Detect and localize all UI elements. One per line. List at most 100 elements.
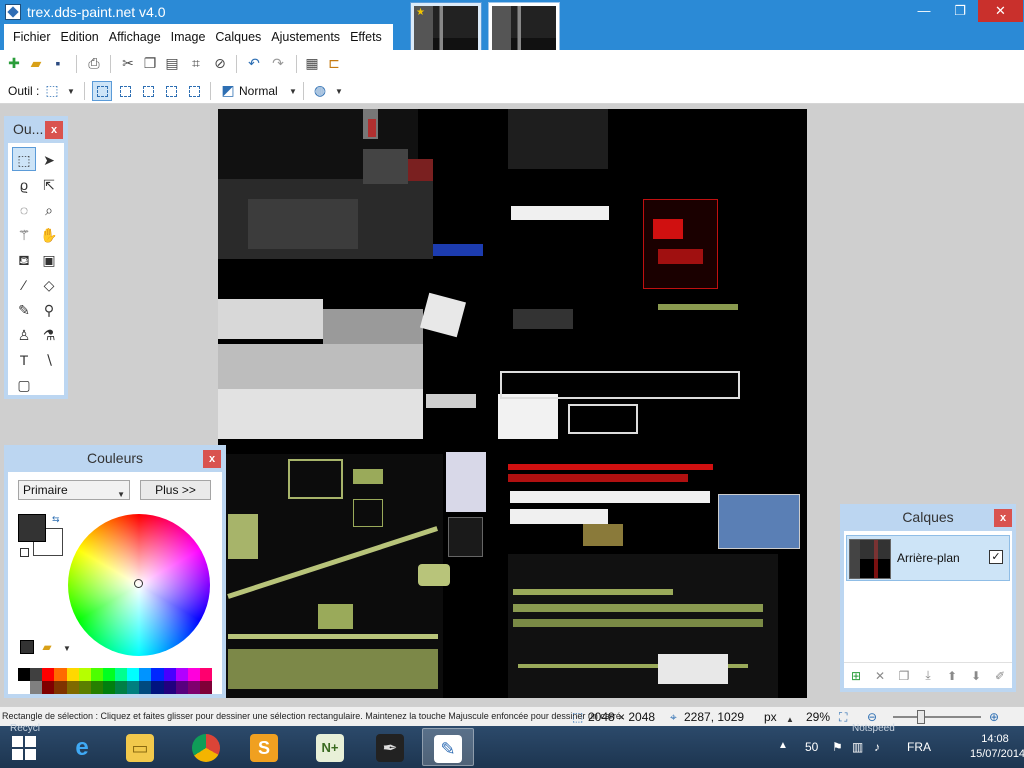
palette-swatch[interactable] <box>102 668 115 681</box>
palette-swatch[interactable] <box>199 668 212 681</box>
tray-clock[interactable]: 14:08 15/07/2014 <box>970 732 1024 762</box>
taskbar-notepad-plus[interactable]: N+ <box>304 728 356 766</box>
open-icon[interactable]: ▰ <box>28 55 44 71</box>
new-image-icon[interactable]: ✚ <box>6 55 22 71</box>
copy-icon[interactable]: ❐ <box>142 55 158 71</box>
unit-caret-icon[interactable]: ▲ <box>786 715 794 724</box>
merge-layer-down-icon[interactable]: ⤓ <box>920 668 936 683</box>
palette-swatch[interactable] <box>115 681 128 694</box>
palette-swatch[interactable] <box>30 668 43 681</box>
menu-effets[interactable]: Effets <box>345 24 387 50</box>
taskbar-internet-explorer[interactable]: e <box>56 728 108 766</box>
close-window-button[interactable]: ✕ <box>978 0 1023 22</box>
reset-colors-icon[interactable] <box>20 548 29 557</box>
palette-swatch[interactable] <box>18 668 31 681</box>
palette-swatch[interactable] <box>151 668 164 681</box>
cut-icon[interactable]: ✂ <box>120 55 136 71</box>
unit-select[interactable]: px <box>764 710 777 724</box>
pencil-icon[interactable]: ✎ <box>12 297 36 321</box>
tools-panel-close-button[interactable]: x <box>45 121 63 139</box>
rectangle-select-icon[interactable]: ⬚ <box>12 147 36 171</box>
tray-network-icon[interactable]: ▥ <box>852 740 863 754</box>
palette-swatch[interactable] <box>187 681 200 694</box>
paint-net-app-icon[interactable] <box>5 4 21 20</box>
swap-colors-icon[interactable]: ⇆ <box>52 514 60 525</box>
palette-swatch[interactable] <box>66 668 79 681</box>
ellipse-select-icon[interactable]: ◌ <box>12 197 36 221</box>
pan-icon[interactable]: ✋ <box>37 222 61 246</box>
blend-mode-select[interactable]: Normal <box>239 84 278 98</box>
colors-panel-close-button[interactable]: x <box>203 450 221 468</box>
print-icon[interactable]: ⎙ <box>86 55 102 71</box>
zoom-in-icon[interactable]: ⊕ <box>989 710 999 724</box>
palette-swatch[interactable] <box>163 681 176 694</box>
move-layer-down-icon[interactable]: ⬇ <box>968 669 984 683</box>
tray-flag-icon[interactable]: ⚑ <box>832 740 843 754</box>
palette-swatch[interactable] <box>66 681 79 694</box>
selection-mode-union[interactable] <box>115 81 135 101</box>
zoom-icon[interactable]: ⌕ <box>37 197 61 221</box>
shapes-icon[interactable]: ▢ <box>12 372 36 396</box>
primary-color-swatch[interactable] <box>18 514 46 542</box>
selection-quality-icon[interactable]: ◍ <box>312 82 328 98</box>
palette-swatch[interactable] <box>163 668 176 681</box>
palette-menu-icon[interactable]: ▰ <box>40 640 54 654</box>
color-target-select[interactable]: Primaire ▼ <box>18 480 130 500</box>
palette-swatch[interactable] <box>175 668 188 681</box>
delete-layer-icon[interactable]: ✕ <box>872 669 888 683</box>
redo-icon[interactable]: ↷ <box>270 55 286 71</box>
taskbar-sublime[interactable]: S <box>238 728 290 766</box>
palette-swatch[interactable] <box>139 681 152 694</box>
tray-language[interactable]: FRA <box>907 740 931 754</box>
maximize-button[interactable]: ❐ <box>945 0 975 22</box>
layers-panel-close-button[interactable]: x <box>994 509 1012 527</box>
undo-icon[interactable]: ↶ <box>246 55 262 71</box>
tray-show-hidden-icon[interactable]: ▲ <box>778 740 788 751</box>
layer-item-background[interactable]: Arrière-plan ✓ <box>846 535 1010 581</box>
taskbar-file-explorer[interactable]: ▭ <box>114 728 166 766</box>
palette-swatch[interactable] <box>127 681 140 694</box>
palette-swatch[interactable] <box>175 681 188 694</box>
blend-mode-caret-icon[interactable]: ▼ <box>289 87 297 96</box>
tool-dropdown-caret-icon[interactable]: ▼ <box>67 87 75 96</box>
antialias-icon[interactable]: ◩ <box>220 82 236 98</box>
palette-swatch[interactable] <box>199 681 212 694</box>
text-icon[interactable]: T <box>12 347 36 371</box>
menu-ajustements[interactable]: Ajustements <box>266 24 345 50</box>
zoom-slider-track[interactable] <box>893 716 981 718</box>
palette-swatch[interactable] <box>54 668 67 681</box>
palette-swatch[interactable] <box>127 668 140 681</box>
paste-icon[interactable]: ▤ <box>164 55 180 71</box>
clone-stamp-icon[interactable]: ♙ <box>12 322 36 346</box>
palette-swatch[interactable] <box>90 668 103 681</box>
add-to-palette-icon[interactable] <box>20 640 34 654</box>
palette-swatch[interactable] <box>115 668 128 681</box>
menu-affichage[interactable]: Affichage <box>104 24 166 50</box>
lasso-select-icon[interactable]: ϱ <box>12 172 36 196</box>
move-selected-icon[interactable]: ⇱ <box>37 172 61 196</box>
grid-icon[interactable]: ▦ <box>304 55 320 71</box>
move-selection-icon[interactable]: ➤ <box>37 147 61 171</box>
taskbar-app-feather[interactable]: ✒ <box>364 728 416 766</box>
gradient-icon[interactable]: ▣ <box>37 247 61 271</box>
current-tool-icon[interactable]: ⬚ <box>44 82 60 98</box>
palette-swatch[interactable] <box>54 681 67 694</box>
selection-mode-intersect[interactable] <box>161 81 181 101</box>
menu-image[interactable]: Image <box>166 24 211 50</box>
add-layer-icon[interactable]: ⊞ <box>848 669 864 683</box>
palette-swatch[interactable] <box>18 681 31 694</box>
palette-swatch[interactable] <box>42 668 55 681</box>
more-colors-button[interactable]: Plus >> <box>140 480 211 500</box>
eraser-icon[interactable]: ◇ <box>37 272 61 296</box>
image-canvas[interactable] <box>218 109 807 698</box>
recolor-icon[interactable]: ⚗ <box>37 322 61 346</box>
crop-to-selection-icon[interactable]: ⌗ <box>188 55 204 71</box>
color-picker-icon[interactable]: ⚲ <box>37 297 61 321</box>
duplicate-layer-icon[interactable]: ❐ <box>896 669 912 683</box>
rulers-icon[interactable]: ⊏ <box>326 55 342 71</box>
magic-wand-icon[interactable]: ⚚ <box>12 222 36 246</box>
zoom-to-window-icon[interactable]: ⛶ <box>839 710 847 725</box>
layer-properties-icon[interactable]: ✐ <box>992 669 1008 683</box>
tray-count[interactable]: 50 <box>805 740 818 754</box>
taskbar-chrome[interactable] <box>180 728 232 766</box>
